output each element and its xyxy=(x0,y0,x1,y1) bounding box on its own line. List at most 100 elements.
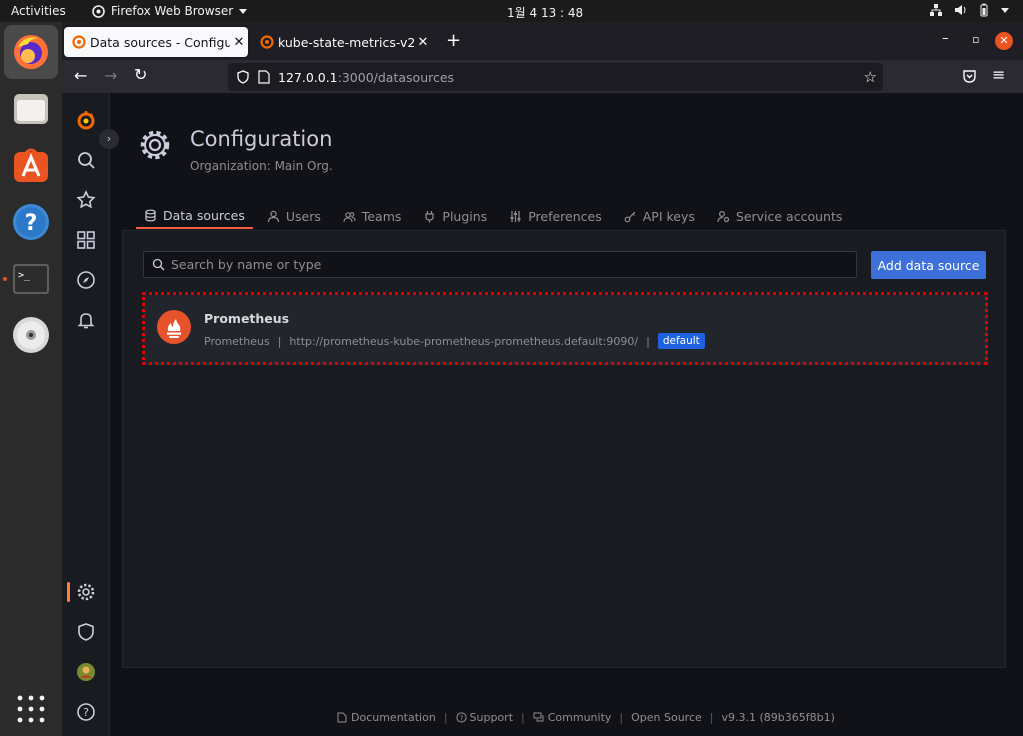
terminal-icon[interactable]: >_ xyxy=(12,260,50,298)
ubuntu-dock: ? >_ xyxy=(0,22,62,736)
firefox-small-icon xyxy=(92,4,105,18)
grafana-footer: Documentation | ? Support | Community | … xyxy=(337,711,835,724)
tab-users[interactable]: Users xyxy=(259,203,329,229)
document-icon xyxy=(337,712,347,723)
star-icon[interactable] xyxy=(75,189,97,211)
tab-plugins[interactable]: Plugins xyxy=(415,203,495,229)
chevron-down-icon xyxy=(1001,7,1009,13)
dvd-icon[interactable] xyxy=(12,316,50,354)
close-tab-icon[interactable]: ✕ xyxy=(414,35,432,50)
system-tray[interactable] xyxy=(929,3,1009,17)
footer-separator: | xyxy=(521,711,525,724)
activities-button[interactable]: Activities xyxy=(11,4,66,18)
search-box[interactable] xyxy=(143,251,857,278)
user-cog-icon xyxy=(717,210,729,222)
server-admin-shield-icon[interactable] xyxy=(75,621,97,643)
software-center-icon[interactable] xyxy=(12,146,50,184)
tab-data-sources[interactable]: Data sources xyxy=(136,203,253,229)
svg-text:?: ? xyxy=(459,714,463,722)
page-subtitle: Organization: Main Org. xyxy=(190,159,333,173)
reload-icon[interactable]: ↻ xyxy=(134,65,147,84)
support-link[interactable]: Support xyxy=(470,711,513,724)
help-icon[interactable]: ? xyxy=(12,203,50,241)
close-tab-icon[interactable]: ✕ xyxy=(230,35,248,50)
user-avatar[interactable] xyxy=(75,661,97,683)
tab-preferences[interactable]: Preferences xyxy=(501,203,610,229)
default-badge: default xyxy=(657,333,705,349)
footer-separator: | xyxy=(443,711,448,724)
tab-kube-state-metrics[interactable]: kube-state-metrics-v2 | G ✕ xyxy=(252,27,432,57)
search-icon xyxy=(152,258,165,271)
back-icon[interactable]: ← xyxy=(74,66,87,85)
meta-separator: | xyxy=(646,334,650,348)
users-icon xyxy=(343,211,356,222)
app-menu[interactable]: Firefox Web Browser xyxy=(92,4,248,18)
window-close-icon[interactable]: ✕ xyxy=(995,32,1013,50)
tab-teams[interactable]: Teams xyxy=(335,203,410,229)
explore-compass-icon[interactable] xyxy=(75,269,97,291)
firefox-icon[interactable] xyxy=(12,33,50,71)
volume-icon xyxy=(955,5,966,15)
user-icon xyxy=(267,210,279,222)
new-tab-icon[interactable]: + xyxy=(446,30,461,51)
svg-text:?: ? xyxy=(83,706,89,719)
shield-icon xyxy=(237,70,249,84)
community-link[interactable]: Community xyxy=(548,711,612,724)
tab-service-accounts[interactable]: Service accounts xyxy=(709,203,850,229)
documentation-link[interactable]: Documentation xyxy=(351,711,436,724)
meta-separator: | xyxy=(277,334,282,348)
alerting-bell-icon[interactable] xyxy=(75,309,97,331)
show-applications-icon[interactable] xyxy=(15,693,47,725)
add-data-source-button[interactable]: Add data source xyxy=(871,251,986,279)
version-text: v9.3.1 (89b365f8b1) xyxy=(721,711,835,724)
forward-icon[interactable]: → xyxy=(104,66,117,85)
menu-icon[interactable]: ≡ xyxy=(992,65,1005,84)
datasource-url: http://prometheus-kube-prometheus-promet… xyxy=(289,334,639,348)
battery-icon xyxy=(980,3,988,17)
restore-icon[interactable]: ▫ xyxy=(972,33,979,46)
url-host: 127.0.0.1 xyxy=(278,69,338,85)
grafana-logo-icon[interactable] xyxy=(75,109,97,131)
help-icon[interactable]: ? xyxy=(75,701,97,723)
browser-tab-strip: Data sources - Configurati ✕ kube-state-… xyxy=(62,22,1023,60)
prometheus-logo-icon xyxy=(157,310,191,344)
plug-icon xyxy=(425,210,435,222)
page-title: Configuration xyxy=(190,127,333,151)
url-path: :3000/datasources xyxy=(337,69,455,85)
grafana-icon xyxy=(72,35,86,49)
minimize-icon[interactable]: – xyxy=(942,31,949,46)
tab-title: kube-state-metrics-v2 | G xyxy=(278,34,414,50)
expand-sidebar-chevron-icon[interactable]: › xyxy=(99,129,119,149)
search-input[interactable] xyxy=(171,257,851,272)
tab-api-keys[interactable]: API keys xyxy=(616,203,703,229)
tab-label: Plugins xyxy=(442,208,488,224)
browser-nav-bar: ← → ↻ 127.0.0.1:3000/datasources ☆ ≡ xyxy=(62,60,1023,93)
bookmark-star-icon[interactable]: ☆ xyxy=(864,68,877,86)
svg-text:>_: >_ xyxy=(18,270,31,281)
question-circle-icon: ? xyxy=(455,712,467,723)
files-icon[interactable] xyxy=(12,90,50,128)
tab-data-sources[interactable]: Data sources - Configurati ✕ xyxy=(64,27,248,57)
gear-icon[interactable] xyxy=(75,581,97,603)
chevron-down-icon xyxy=(239,8,248,14)
datasource-meta: Prometheus | http://prometheus-kube-prom… xyxy=(204,333,705,349)
tab-label: API keys xyxy=(642,208,695,224)
config-tabs: Data sources Users Teams Plugins Prefere… xyxy=(136,203,856,231)
gear-icon xyxy=(140,130,170,160)
search-icon[interactable] xyxy=(75,149,97,171)
datasource-card-prometheus[interactable]: Prometheus Prometheus | http://prometheu… xyxy=(143,295,988,365)
url-bar[interactable]: 127.0.0.1:3000/datasources ☆ xyxy=(228,63,883,91)
open-source-link[interactable]: Open Source xyxy=(631,711,702,724)
datasource-name: Prometheus xyxy=(204,311,290,326)
pocket-icon[interactable] xyxy=(962,69,977,84)
active-indicator xyxy=(67,582,70,602)
tab-title: Data sources - Configurati xyxy=(90,34,230,50)
comments-icon xyxy=(533,712,544,722)
dashboards-icon[interactable] xyxy=(75,229,97,251)
clock[interactable]: 1월 4 13 : 48 xyxy=(507,4,583,21)
sliders-icon xyxy=(510,210,521,222)
footer-separator: | xyxy=(619,711,624,724)
grafana-app: ? › Configuration Organization: Main Org… xyxy=(62,93,1023,736)
tab-label: Service accounts xyxy=(735,208,843,224)
footer-separator: | xyxy=(709,711,714,724)
